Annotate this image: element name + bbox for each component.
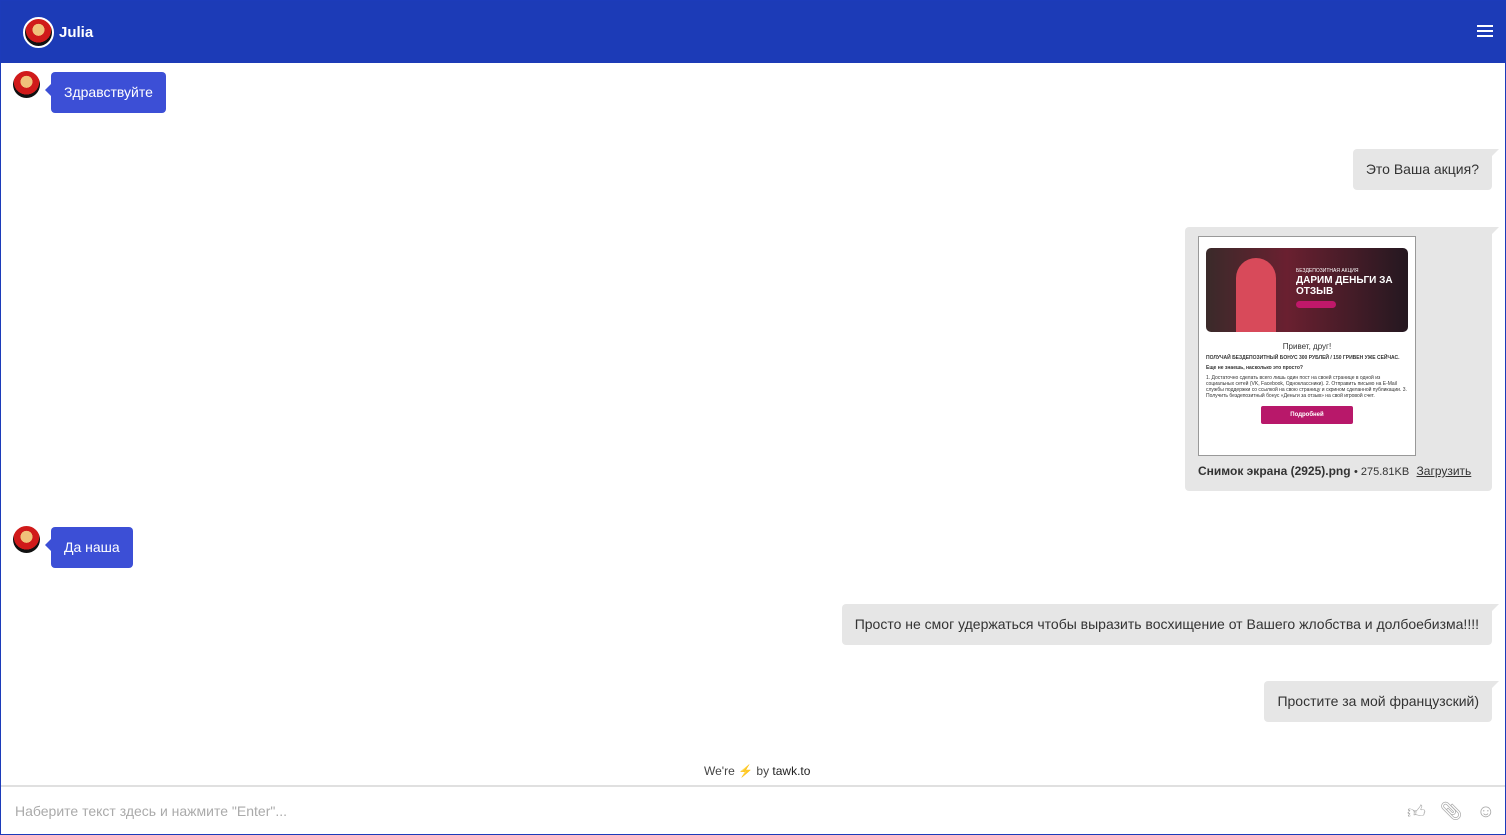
agent-avatar [13, 526, 40, 553]
file-name: Снимок экрана (2925).png [1198, 464, 1351, 478]
banner-caption: БЕЗДЕПОЗИТНАЯ АКЦИЯ [1296, 268, 1359, 274]
agent-avatar [13, 71, 40, 98]
powered-text: We're [704, 764, 735, 778]
preview-headline: ПОЛУЧАЙ БЕЗДЕПОЗИТНЫЙ БОНУС 300 РУБЛЕЙ /… [1206, 355, 1400, 361]
file-attachment-message: БЕЗДЕПОЗИТНАЯ АКЦИЯ ДАРИМ ДЕНЬГИ ЗА ОТЗЫ… [1185, 227, 1499, 491]
message-bubble: Просто не смог удержаться чтобы выразить… [841, 604, 1500, 645]
menu-icon[interactable] [1477, 25, 1493, 38]
brand-link[interactable]: tawk.to [772, 764, 810, 778]
preview-greeting: Привет, друг! [1282, 342, 1332, 351]
paperclip-icon[interactable]: 📎︎ [1440, 801, 1463, 823]
message-bubble: Простите за мой французский) [1264, 681, 1499, 722]
divider [1, 785, 1505, 787]
message-bubble: Здравствуйте [45, 72, 166, 113]
message-bubble: Да наша [45, 527, 133, 568]
image-preview[interactable]: БЕЗДЕПОЗИТНАЯ АКЦИЯ ДАРИМ ДЕНЬГИ ЗА ОТЗЫ… [1198, 236, 1416, 456]
chat-window: Julia Здравствуйте Это Ваша акция? БЕЗДЕ… [0, 0, 1506, 835]
chat-header: Julia [1, 1, 1505, 63]
preview-steps: 1. Достаточно сделать всего лишь один по… [1206, 375, 1407, 399]
lightning-icon: ⚡ [738, 764, 754, 778]
thumbs-up-icon[interactable]: 👍︎ [1407, 801, 1426, 823]
file-size: • 275.81KB [1353, 466, 1410, 478]
preview-banner: БЕЗДЕПОЗИТНАЯ АКЦИЯ ДАРИМ ДЕНЬГИ ЗА ОТЗЫ… [1206, 248, 1408, 332]
banner-title: ДАРИМ ДЕНЬГИ ЗА ОТЗЫВ [1296, 275, 1393, 297]
emoji-icon[interactable]: ☺ [1477, 801, 1495, 823]
powered-by[interactable]: We're ⚡ by tawk.to [704, 764, 810, 778]
preview-button: Подробней [1261, 406, 1353, 424]
preview-question: Еще не знаешь, насколько это просто? [1206, 365, 1303, 371]
message-input[interactable] [15, 791, 1395, 831]
powered-by-text: by [756, 764, 770, 778]
agent-name: Julia [59, 23, 94, 41]
message-bubble: Это Ваша акция? [1352, 149, 1500, 190]
download-link[interactable]: Загрузить [1417, 464, 1472, 478]
agent-avatar [23, 16, 54, 48]
